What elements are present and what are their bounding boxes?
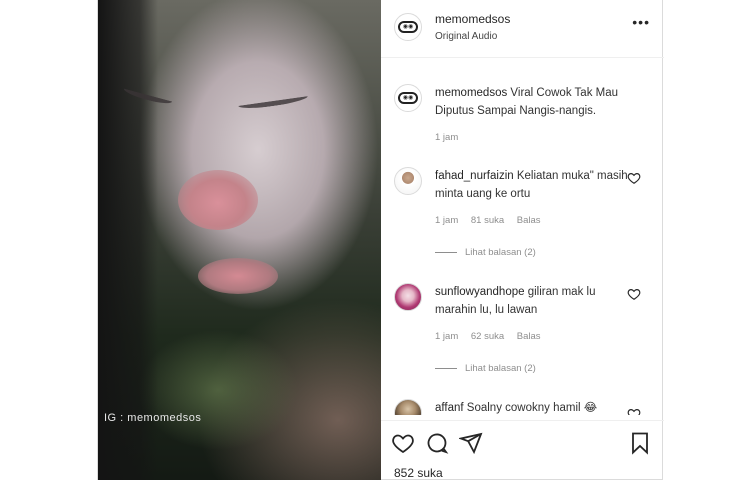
heart-icon[interactable] <box>627 171 641 185</box>
heart-icon[interactable] <box>391 431 415 455</box>
comment-username[interactable]: fahad_nurfaizin <box>435 170 514 182</box>
account-logo-icon: ◉◉ <box>398 21 418 33</box>
avatar[interactable]: ◉◉ <box>394 84 422 112</box>
heart-icon[interactable] <box>627 407 641 415</box>
caption-time: 1 jam <box>435 132 459 143</box>
reply-button[interactable]: Balas <box>517 215 541 226</box>
more-options-icon[interactable]: ••• <box>632 14 650 30</box>
avatar[interactable] <box>394 399 422 415</box>
reply-button[interactable]: Balas <box>517 331 541 342</box>
comment-text: Soalny cowokny hamil 😂 <box>466 402 598 414</box>
view-replies-button[interactable]: Lihat balasan (2) <box>435 247 536 258</box>
comment-likes[interactable]: 62 suka <box>471 331 504 342</box>
avatar[interactable] <box>394 167 422 195</box>
comment-time: 1 jam <box>435 215 459 226</box>
bookmark-icon[interactable] <box>628 431 652 455</box>
avatar[interactable] <box>394 283 422 311</box>
share-icon[interactable] <box>459 431 483 455</box>
post-card: IG : memomedsos ◉◉ memomedsos Original A… <box>97 0 664 480</box>
comment-username[interactable]: sunflowyandhope <box>435 286 525 298</box>
comments-list[interactable]: ◉◉ memomedsos Viral Cowok Tak Mau Diputu… <box>381 59 664 415</box>
post-sidebar: ◉◉ memomedsos Original Audio ••• ◉◉ memo… <box>381 0 664 480</box>
post-header: ◉◉ memomedsos Original Audio ••• <box>381 0 664 58</box>
comment-likes[interactable]: 81 suka <box>471 215 504 226</box>
audio-label[interactable]: Original Audio <box>435 31 497 42</box>
avatar[interactable]: ◉◉ <box>394 13 422 41</box>
view-replies-button[interactable]: Lihat balasan (2) <box>435 363 536 374</box>
comment-username[interactable]: affanf <box>435 402 464 414</box>
likes-count[interactable]: 852 suka <box>394 466 443 480</box>
video-watermark: IG : memomedsos <box>104 412 202 424</box>
comment-time: 1 jam <box>435 331 459 342</box>
comment-icon[interactable] <box>425 431 449 455</box>
caption-username[interactable]: memomedsos <box>435 87 507 99</box>
post-video[interactable]: IG : memomedsos <box>98 0 381 480</box>
heart-icon[interactable] <box>627 287 641 301</box>
account-logo-icon: ◉◉ <box>398 92 418 104</box>
post-username[interactable]: memomedsos <box>435 12 510 26</box>
